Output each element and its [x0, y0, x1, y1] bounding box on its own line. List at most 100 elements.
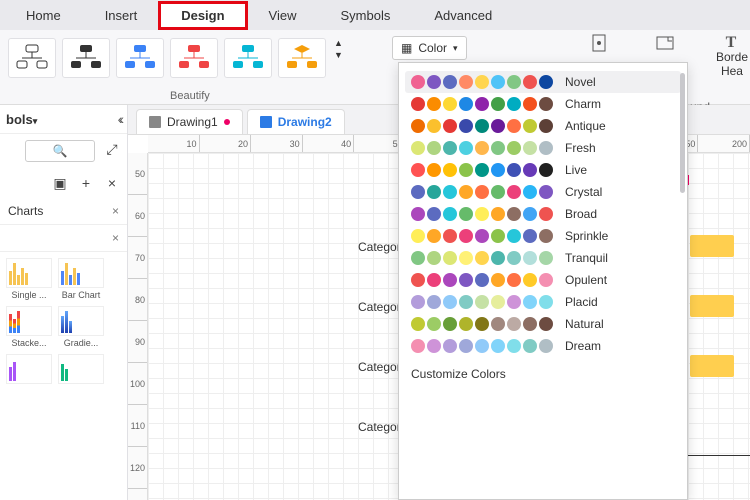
menu-home[interactable]: Home — [4, 2, 83, 29]
color-scheme-broad[interactable]: Broad — [405, 203, 681, 225]
close-icon[interactable]: × — [103, 174, 121, 192]
theme-style-6[interactable] — [278, 38, 326, 78]
thumb-label: Gradie... — [64, 338, 99, 348]
color-swatch — [523, 75, 537, 89]
chevron-down-icon[interactable]: ▾ — [33, 116, 38, 126]
theme-style-4[interactable] — [170, 38, 218, 78]
color-swatch — [475, 317, 489, 331]
color-swatch — [411, 119, 425, 133]
color-swatch — [459, 251, 473, 265]
menu-view[interactable]: View — [247, 2, 319, 29]
color-scheme-antique[interactable]: Antique — [405, 115, 681, 137]
color-swatch — [443, 273, 457, 287]
scheme-name: Dream — [565, 339, 601, 353]
chart-bar-shape[interactable] — [690, 235, 734, 257]
swatch-row — [411, 317, 553, 331]
chart-thumb-bar[interactable]: Bar Chart — [58, 258, 104, 300]
symbols-search-input[interactable]: 🔍 — [25, 140, 95, 162]
chart-thumb-gradient[interactable]: Gradie... — [58, 306, 104, 348]
color-swatch — [427, 163, 441, 177]
color-swatch — [539, 251, 553, 265]
color-swatch — [539, 97, 553, 111]
theme-style-1[interactable] — [8, 38, 56, 78]
menu-advanced[interactable]: Advanced — [412, 2, 514, 29]
menu-design[interactable]: Design — [159, 2, 246, 29]
color-scheme-novel[interactable]: Novel — [405, 71, 681, 93]
menu-bar: Home Insert Design View Symbols Advanced — [0, 0, 750, 30]
expand-icon[interactable]: ⤢ — [103, 140, 121, 158]
scheme-name: Fresh — [565, 141, 596, 155]
color-swatch — [427, 273, 441, 287]
color-swatch — [459, 339, 473, 353]
color-scheme-crystal[interactable]: Crystal — [405, 181, 681, 203]
chart-thumb-generic[interactable] — [6, 354, 52, 384]
canvas-text[interactable]: Categor — [358, 360, 401, 374]
color-swatch — [443, 163, 457, 177]
color-scheme-natural[interactable]: Natural — [405, 313, 681, 335]
color-scheme-live[interactable]: Live — [405, 159, 681, 181]
theme-style-3[interactable] — [116, 38, 164, 78]
color-swatch — [539, 185, 553, 199]
close-icon[interactable]: × — [112, 231, 119, 245]
canvas-text[interactable]: Categor — [358, 240, 401, 254]
color-swatch — [459, 75, 473, 89]
color-scheme-placid[interactable]: Placid — [405, 291, 681, 313]
ruler-vertical: 50 60 70 80 90 100 110 120 — [128, 153, 148, 500]
color-swatch — [523, 185, 537, 199]
symbols-category-charts[interactable]: Charts × — [0, 198, 127, 225]
guide-marker — [688, 175, 689, 185]
page-landscape-icon[interactable] — [656, 34, 674, 52]
theme-style-5[interactable] — [224, 38, 272, 78]
canvas-text[interactable]: Categor — [358, 420, 401, 434]
doc-tab-drawing1[interactable]: Drawing1 — [136, 109, 243, 134]
color-swatch — [427, 251, 441, 265]
doc-tab-drawing2[interactable]: Drawing2 — [247, 109, 345, 134]
chart-thumb-stacked[interactable]: Stacke... — [6, 306, 52, 348]
ruler-tick: 200 — [698, 135, 750, 152]
color-scheme-tranquil[interactable]: Tranquil — [405, 247, 681, 269]
color-swatch — [507, 207, 521, 221]
chart-thumb-generic[interactable] — [58, 354, 104, 384]
symbols-category-empty[interactable]: × — [0, 225, 127, 252]
color-swatch — [507, 185, 521, 199]
chart-bar-shape[interactable] — [690, 295, 734, 317]
color-swatch — [427, 207, 441, 221]
color-swatch — [523, 295, 537, 309]
chart-thumb-single[interactable]: Single ... — [6, 258, 52, 300]
color-swatch — [443, 119, 457, 133]
color-swatch — [491, 251, 505, 265]
gallery-more-icon[interactable]: ▼ — [334, 50, 343, 60]
gallery-more-icon[interactable]: ▲ — [334, 38, 343, 48]
menu-insert[interactable]: Insert — [83, 2, 160, 29]
color-scheme-charm[interactable]: Charm — [405, 93, 681, 115]
color-scheme-sprinkle[interactable]: Sprinkle — [405, 225, 681, 247]
doc-tab-label: Drawing2 — [278, 115, 332, 129]
color-swatch — [475, 75, 489, 89]
color-scheme-opulent[interactable]: Opulent — [405, 269, 681, 291]
swatch-row — [411, 273, 553, 287]
add-icon[interactable]: + — [77, 174, 95, 192]
swatch-row — [411, 295, 553, 309]
color-swatch — [427, 317, 441, 331]
close-icon[interactable]: × — [112, 204, 119, 218]
customize-colors-link[interactable]: Customize Colors — [405, 357, 681, 385]
color-swatch — [427, 97, 441, 111]
color-swatch — [443, 295, 457, 309]
ruler-tick: 70 — [128, 237, 147, 279]
color-scheme-fresh[interactable]: Fresh — [405, 137, 681, 159]
collapse-panel-icon[interactable]: ‹‹ — [118, 111, 121, 127]
color-swatch — [475, 295, 489, 309]
color-swatch — [523, 229, 537, 243]
chart-bar-shape[interactable] — [690, 355, 734, 377]
color-swatch — [443, 75, 457, 89]
page-portrait-icon[interactable] — [590, 34, 608, 52]
color-swatch — [523, 97, 537, 111]
color-scheme-dream[interactable]: Dream — [405, 335, 681, 357]
canvas-text[interactable]: Categor — [358, 300, 401, 314]
menu-symbols[interactable]: Symbols — [319, 2, 413, 29]
library-icon[interactable]: ▣ — [51, 174, 69, 192]
scrollbar-thumb[interactable] — [680, 73, 685, 193]
color-dropdown-button[interactable]: ▦ Color ▾ — [392, 36, 467, 60]
theme-style-2[interactable] — [62, 38, 110, 78]
color-swatch — [507, 119, 521, 133]
